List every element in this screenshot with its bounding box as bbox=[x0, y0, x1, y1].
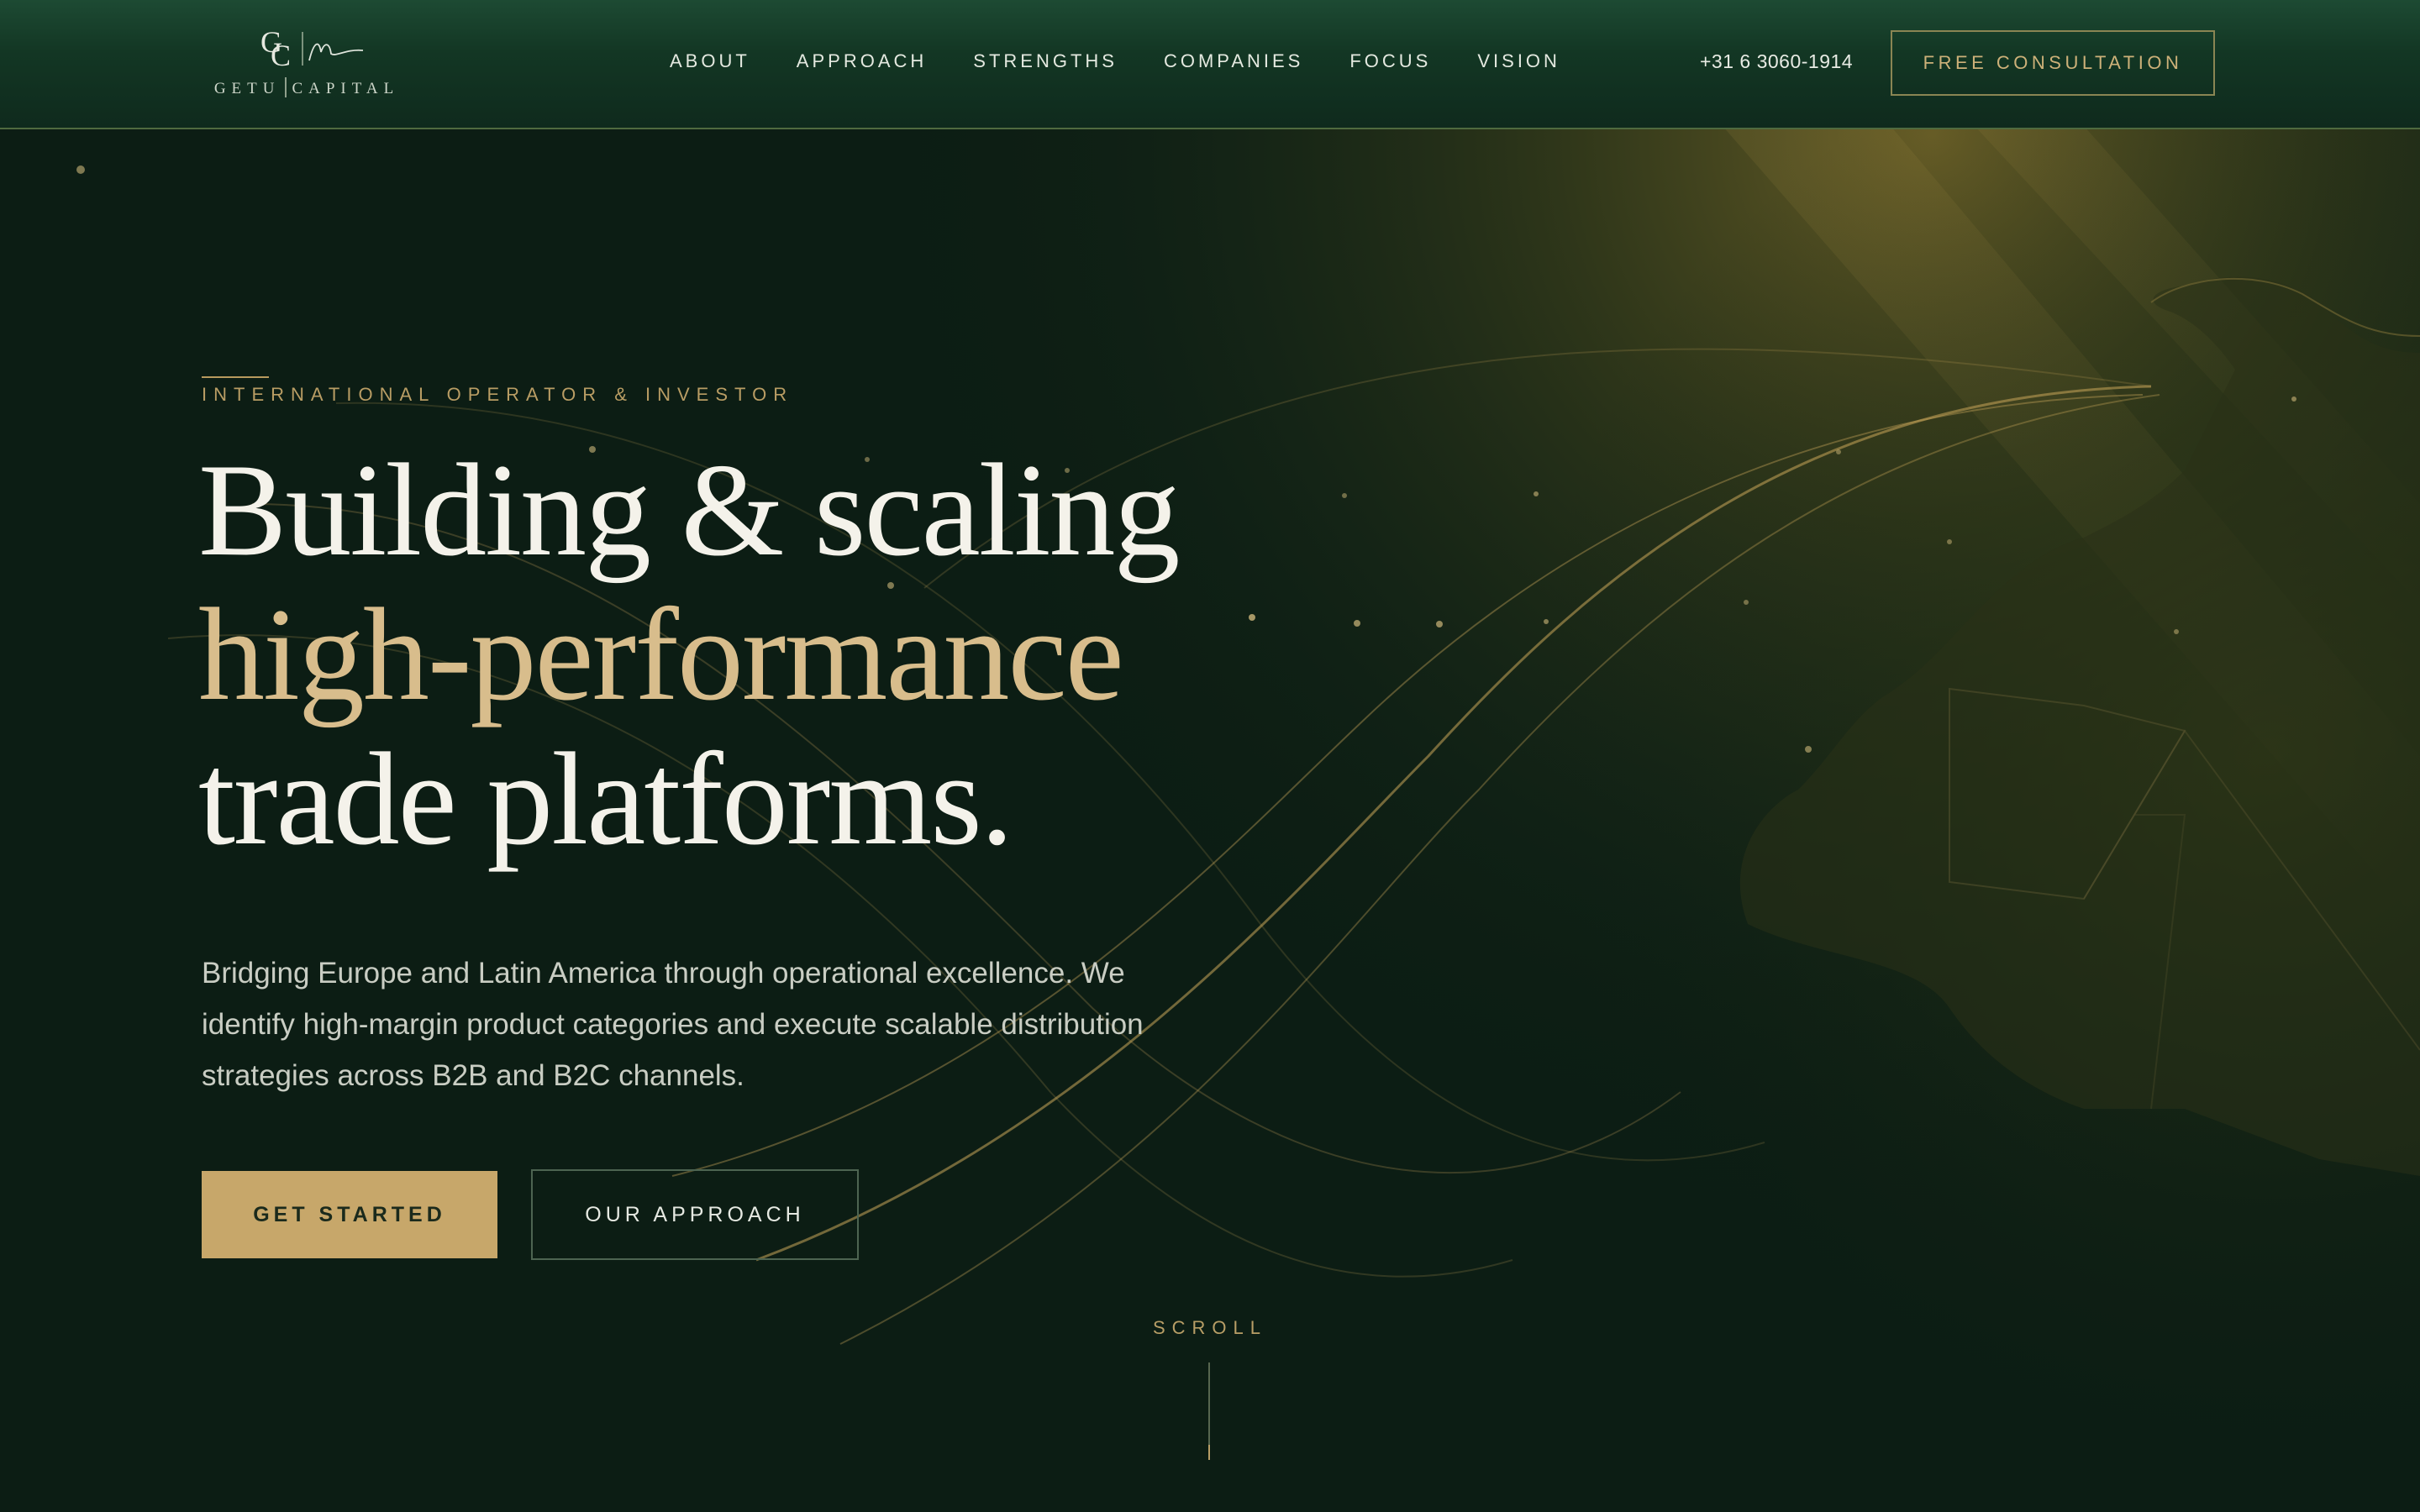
hero-headline: Building & scaling high-performance trad… bbox=[198, 437, 1181, 873]
logo-name-right: CAPITAL bbox=[292, 80, 400, 97]
headline-line-3: trade platforms. bbox=[198, 726, 1013, 873]
site-header: G C GETU CAPITAL ABOUT APPROACH STRENGTHS… bbox=[0, 0, 2420, 129]
logo-name-left: GETU bbox=[213, 80, 281, 97]
nav-item-vision[interactable]: VISION bbox=[1477, 50, 1560, 76]
monogram-signature-icon: G C bbox=[260, 25, 364, 72]
scroll-indicator-dot bbox=[1208, 1445, 1210, 1460]
nav-item-approach[interactable]: APPROACH bbox=[797, 50, 927, 76]
logo[interactable]: G C GETU CAPITAL bbox=[202, 24, 412, 104]
nav-item-companies[interactable]: COMPANIES bbox=[1164, 50, 1303, 76]
hero-section: INTERNATIONAL OPERATOR & INVESTOR Buildi… bbox=[0, 128, 2420, 1512]
svg-text:C: C bbox=[271, 39, 291, 72]
free-consultation-button[interactable]: FREE CONSULTATION bbox=[1891, 30, 2215, 96]
our-approach-button[interactable]: OUR APPROACH bbox=[531, 1169, 859, 1260]
headline-line-1: Building & scaling bbox=[198, 437, 1181, 584]
scroll-indicator-label[interactable]: SCROLL bbox=[1126, 1317, 1294, 1339]
hero-description: Bridging Europe and Latin America throug… bbox=[202, 957, 1144, 1092]
get-started-button[interactable]: GET STARTED bbox=[202, 1171, 497, 1258]
phone-link[interactable]: +31 6 3060-1914 bbox=[1700, 50, 1853, 73]
nav-item-strengths[interactable]: STRENGTHS bbox=[973, 50, 1118, 76]
logo-divider bbox=[285, 77, 287, 97]
nav-item-about[interactable]: ABOUT bbox=[670, 50, 750, 76]
headline-line-2: high-performance bbox=[198, 581, 1124, 728]
logo-wordmark: GETU CAPITAL bbox=[202, 77, 412, 98]
main-nav: ABOUT APPROACH STRENGTHS COMPANIES FOCUS… bbox=[670, 50, 1607, 76]
scroll-indicator-line bbox=[1208, 1362, 1210, 1453]
nav-item-focus[interactable]: FOCUS bbox=[1349, 50, 1431, 76]
eyebrow-divider bbox=[202, 376, 269, 378]
hero-eyebrow: INTERNATIONAL OPERATOR & INVESTOR bbox=[202, 384, 794, 405]
